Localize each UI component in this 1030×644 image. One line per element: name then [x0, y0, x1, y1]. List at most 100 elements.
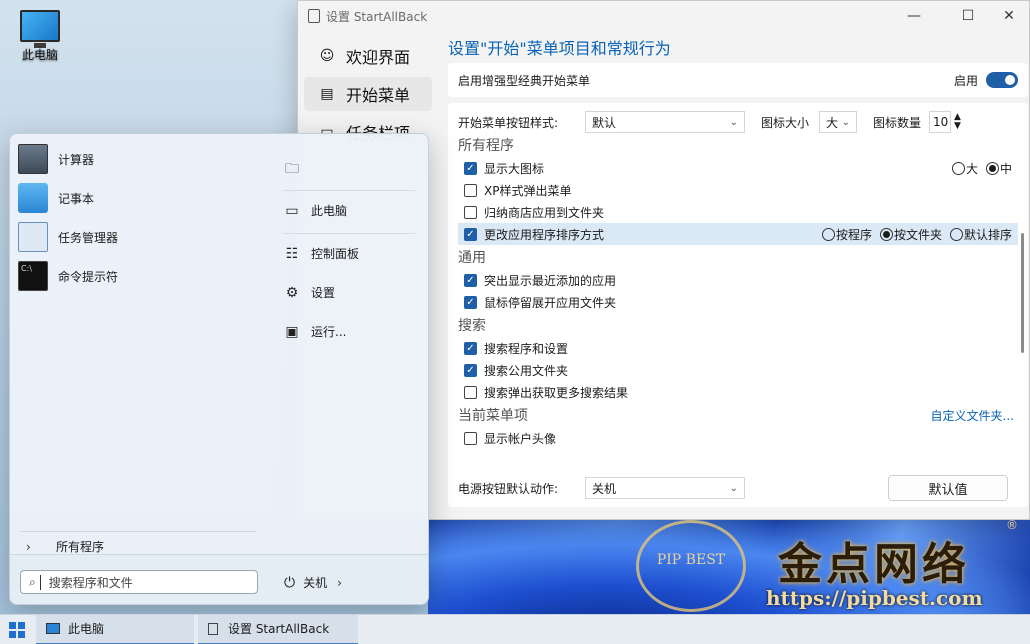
power-icon: ⏻ — [284, 574, 296, 591]
search-input[interactable]: ⌕ 搜索程序和文件 — [20, 570, 258, 594]
option-search-more[interactable]: 搜索弹出获取更多搜索结果 — [458, 381, 1018, 403]
radio-icon — [951, 161, 965, 175]
taskbar-item-label: 设置 StartAllBack — [228, 622, 330, 636]
app-label: 记事本 — [58, 191, 95, 206]
calculator-icon — [18, 144, 48, 174]
options-scrollbar[interactable] — [1021, 233, 1024, 353]
watermark-seal-logo: PIP BEST — [636, 520, 746, 612]
radio-label: 默认排序 — [963, 227, 1012, 242]
taskbar-item-settings[interactable]: 设置 StartAllBack — [198, 614, 358, 644]
right-link-label: 运行... — [311, 325, 347, 339]
option-hover-expand[interactable]: ✓ 鼠标停留展开应用文件夹 — [458, 291, 1018, 313]
desktop-icon-label: 此电脑 — [21, 48, 58, 62]
start-button[interactable] — [0, 615, 36, 644]
button-style-select[interactable]: 默认 ⌄ — [585, 111, 745, 133]
desktop-icon-this-pc[interactable]: 此电脑 — [12, 10, 68, 63]
option-search-public[interactable]: ✓ 搜索公用文件夹 — [458, 359, 1018, 381]
power-action-label: 电源按钮默认动作: — [458, 481, 559, 496]
checkbox-checked[interactable]: ✓ — [464, 341, 477, 355]
computer-icon: ▭ — [285, 202, 299, 219]
radio-icon — [949, 227, 963, 241]
option-label: 更改应用程序排序方式 — [484, 227, 605, 242]
icon-count-input[interactable]: 10 — [929, 111, 952, 133]
right-link-this-pc[interactable]: ▭ 此电脑 — [283, 202, 347, 219]
chevron-down-icon: ⌄ — [729, 116, 738, 128]
option-large-icons[interactable]: ✓ 显示大图标 大 中 — [458, 157, 1018, 179]
app-item-task-manager[interactable]: 任务管理器 — [18, 222, 118, 252]
radio-size-large[interactable]: 大 — [951, 160, 978, 177]
checkbox-checked[interactable]: ✓ — [464, 161, 477, 175]
gear-icon: ⚙ — [285, 284, 299, 301]
watermark: PIP BEST 金点网络 https://pipbest.com ® — [620, 518, 1030, 614]
option-xp-popup[interactable]: XP样式弹出菜单 — [458, 179, 1018, 201]
customize-folders-link[interactable]: 自定义文件夹... — [931, 407, 1018, 424]
power-action-value: 关机 — [592, 481, 617, 496]
app-label: 计算器 — [58, 152, 95, 167]
right-link-control-panel[interactable]: ☷ 控制面板 — [283, 245, 359, 262]
app-item-notepad[interactable]: 记事本 — [18, 183, 94, 213]
app-label: 任务管理器 — [58, 230, 119, 245]
app-label: 命令提示符 — [58, 269, 119, 284]
maximize-button[interactable]: ☐ — [945, 1, 991, 31]
right-link-run[interactable]: ▣ 运行... — [283, 323, 346, 340]
search-icon: ⌕ — [29, 574, 41, 590]
option-label: 显示帐户头像 — [484, 431, 557, 446]
spinner-arrows-icon[interactable]: ▲ ▼ — [954, 113, 961, 131]
control-panel-icon: ☷ — [285, 245, 299, 262]
checkbox-checked[interactable]: ✓ — [464, 273, 477, 287]
section-all-programs: 所有程序 — [458, 138, 514, 154]
all-programs-label: 所有程序 — [56, 540, 105, 554]
enhanced-menu-label: 启用增强型经典开始菜单 — [458, 73, 591, 88]
checkbox-checked[interactable]: ✓ — [464, 363, 477, 377]
chevron-right-icon[interactable]: › — [337, 576, 342, 590]
radio-label: 中 — [999, 161, 1012, 176]
nav-item-start-menu[interactable]: ▤ 开始菜单 — [304, 77, 432, 111]
chevron-down-icon: ⌄ — [841, 116, 851, 128]
option-highlight-new[interactable]: ✓ 突出显示最近添加的应用 — [458, 269, 1018, 291]
app-item-calculator[interactable]: 计算器 — [18, 144, 94, 174]
shutdown-button[interactable]: ⏻ 关机 › — [284, 574, 342, 591]
right-link-label: 此电脑 — [311, 204, 348, 218]
user-folder-link[interactable]: 🗀 — [283, 158, 311, 182]
enhanced-menu-card: 启用增强型经典开始菜单 启用 — [448, 63, 1028, 97]
radio-sort-folder[interactable]: 按文件夹 — [879, 226, 942, 243]
section-current-items: 当前菜单项 — [458, 408, 528, 424]
power-action-select[interactable]: 关机 ⌄ — [585, 477, 745, 499]
radio-selected-icon — [985, 161, 999, 175]
radio-size-medium[interactable]: 中 — [985, 160, 1012, 177]
taskbar-item-this-pc[interactable]: 此电脑 — [36, 614, 194, 644]
icon-count-value: 10 — [933, 115, 949, 129]
registered-mark: ® — [1006, 518, 1018, 532]
enhanced-menu-toggle[interactable] — [986, 72, 1018, 88]
button-style-value: 默认 — [592, 115, 617, 130]
checkbox-unchecked[interactable] — [464, 385, 477, 399]
nav-item-welcome[interactable]: ☺ 欢迎界面 — [304, 39, 432, 73]
app-item-cmd[interactable]: C:\ 命令提示符 — [18, 261, 118, 291]
section-search: 搜索 — [458, 318, 486, 334]
option-search-programs[interactable]: ✓ 搜索程序和设置 — [458, 337, 1018, 359]
option-store-apps[interactable]: 归纳商店应用到文件夹 — [458, 201, 1018, 223]
minimize-button[interactable]: — — [891, 1, 937, 31]
icon-count-label: 图标数量 — [873, 115, 922, 130]
separator — [283, 190, 415, 191]
checkbox-unchecked[interactable] — [464, 205, 477, 219]
right-link-settings[interactable]: ⚙ 设置 — [283, 284, 335, 301]
checkbox-checked[interactable]: ✓ — [464, 295, 477, 309]
right-link-label: 设置 — [311, 286, 336, 300]
checkbox-unchecked[interactable] — [464, 183, 477, 197]
option-sort-apps[interactable]: ✓ 更改应用程序排序方式 按程序 按文件夹 默认排序 — [458, 223, 1018, 245]
option-label: 搜索程序和设置 — [484, 341, 569, 356]
default-button[interactable]: 默认值 — [888, 475, 1008, 501]
checkbox-checked[interactable]: ✓ — [464, 227, 477, 241]
option-show-avatar[interactable]: 显示帐户头像 — [458, 427, 1018, 449]
option-label: 突出显示最近添加的应用 — [484, 273, 617, 288]
checkbox-unchecked[interactable] — [464, 431, 477, 445]
radio-sort-default[interactable]: 默认排序 — [949, 226, 1012, 243]
all-programs-button[interactable]: › 所有程序 — [26, 538, 104, 555]
start-menu-icon: ▤ — [320, 86, 334, 102]
close-button[interactable]: ✕ — [986, 1, 1030, 31]
nav-item-label: 欢迎界面 — [346, 48, 411, 67]
icon-size-select[interactable]: 大 ⌄ — [819, 111, 858, 133]
button-style-row: 开始菜单按钮样式: 默认 ⌄ 图标大小 大 ⌄ 图标数量 10 ▲ ▼ — [458, 111, 1018, 133]
radio-sort-program[interactable]: 按程序 — [821, 226, 872, 243]
